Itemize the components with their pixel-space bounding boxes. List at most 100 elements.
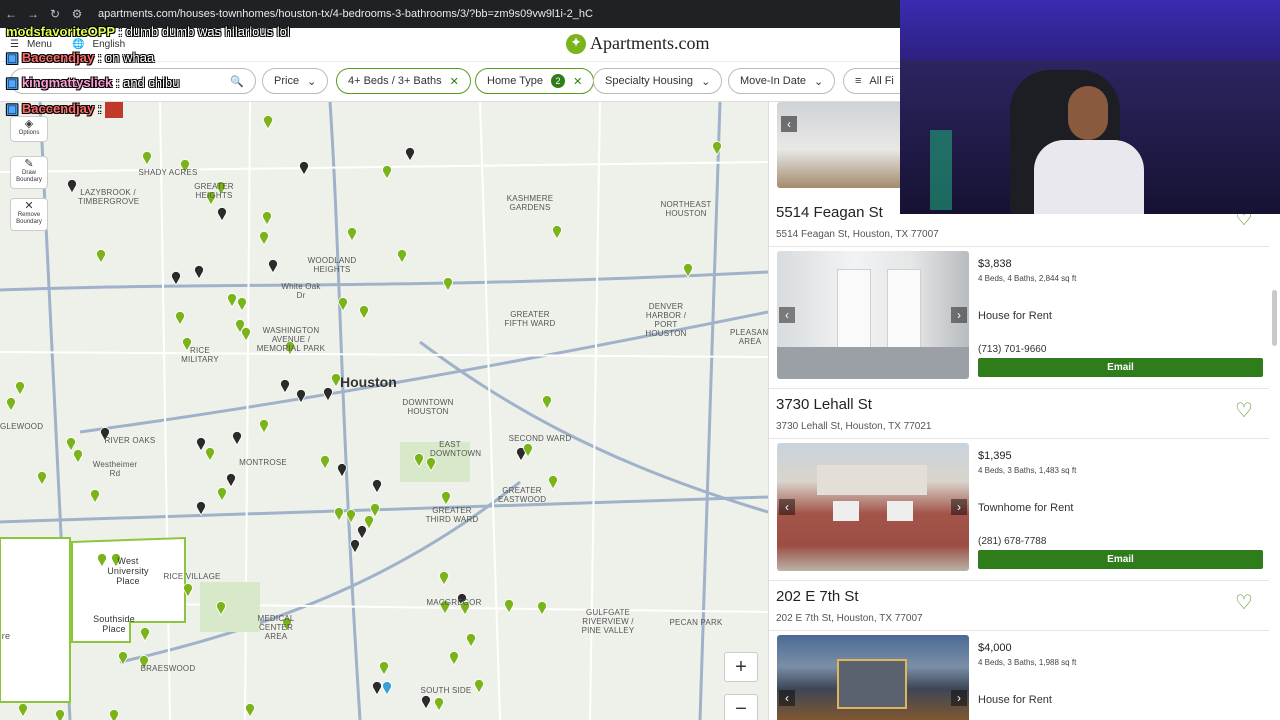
map-pin-icon[interactable] (175, 311, 185, 326)
map-pin-icon[interactable] (96, 249, 106, 264)
listing-title[interactable]: 3730 Lehall St (776, 396, 872, 413)
map-pin-icon[interactable] (443, 277, 453, 292)
chevron-left-icon[interactable]: ‹ (781, 116, 797, 132)
listing-photo[interactable]: ‹ › (777, 251, 969, 379)
close-icon[interactable]: ✕ (573, 75, 582, 88)
chevron-right-icon[interactable]: › (951, 690, 967, 706)
map-pin-icon[interactable] (382, 165, 392, 180)
map-pin-icon[interactable] (262, 211, 272, 226)
site-logo[interactable]: ✦ Apartments.com (566, 33, 709, 54)
map-pin-icon[interactable] (217, 487, 227, 502)
draw-boundary-button[interactable]: ✎ Draw Boundary (10, 156, 48, 189)
close-icon[interactable]: ✕ (450, 75, 459, 88)
map-pin-icon[interactable] (196, 501, 206, 516)
map-pin-icon[interactable] (370, 503, 380, 518)
map-pin-icon[interactable] (405, 147, 415, 162)
map-pin-icon[interactable] (542, 395, 552, 410)
home-type-filter[interactable]: Home Type 2 ✕ (475, 68, 595, 94)
map-pin-icon[interactable] (337, 463, 347, 478)
chevron-left-icon[interactable]: ‹ (779, 499, 795, 515)
map-pin-icon[interactable] (259, 231, 269, 246)
listing-photo[interactable]: ‹ › (777, 635, 969, 720)
map-pin-icon[interactable] (426, 457, 436, 472)
map-pin-icon[interactable] (183, 583, 193, 598)
map-pin-icon[interactable] (237, 297, 247, 312)
listing-card[interactable]: 3730 Lehall St 3730 Lehall St, Houston, … (769, 392, 1269, 580)
map-pin-icon[interactable] (372, 681, 382, 696)
chevron-right-icon[interactable]: › (951, 307, 967, 323)
map-pin-icon[interactable] (227, 293, 237, 308)
map-pin-icon[interactable] (441, 491, 451, 506)
back-icon[interactable]: ← (0, 7, 22, 21)
map-pin-icon[interactable] (548, 475, 558, 490)
map-pin-icon[interactable] (67, 179, 77, 194)
listing-photo[interactable]: ‹ › (777, 443, 969, 571)
map-pin-icon[interactable] (346, 509, 356, 524)
map-pin-icon[interactable] (449, 651, 459, 666)
map-pin-icon[interactable] (372, 479, 382, 494)
map-pin-icon[interactable] (379, 661, 389, 676)
map-pin-icon[interactable] (205, 447, 215, 462)
map-pin-icon[interactable] (350, 539, 360, 554)
chevron-left-icon[interactable]: ‹ (779, 690, 795, 706)
map-pin-icon[interactable] (347, 227, 357, 242)
map-pin-icon[interactable] (504, 599, 514, 614)
map-pin-icon[interactable] (37, 471, 47, 486)
map-pin-icon[interactable] (73, 449, 83, 464)
listing-title[interactable]: 5514 Feagan St (776, 204, 883, 221)
listing-phone[interactable]: (713) 701-9660 (978, 344, 1046, 355)
map-pin-icon[interactable] (109, 709, 119, 720)
map-pin-icon[interactable] (434, 697, 444, 712)
map-pin-icon[interactable] (537, 601, 547, 616)
map-pin-icon[interactable] (552, 225, 562, 240)
map-pin-icon[interactable] (140, 627, 150, 642)
remove-boundary-button[interactable]: ✕ Remove Boundary (10, 198, 48, 231)
hamburger-icon[interactable]: ☰ (10, 39, 19, 50)
map-pin-icon[interactable] (338, 297, 348, 312)
map-pin-icon[interactable] (320, 455, 330, 470)
email-button[interactable]: Email (978, 550, 1263, 569)
map-pin-icon[interactable] (296, 389, 306, 404)
all-filters-button[interactable]: ≡ All Fi (843, 68, 906, 94)
map-pin-icon[interactable] (259, 419, 269, 434)
map-pin-icon[interactable] (466, 633, 476, 648)
map-pin-icon[interactable] (280, 379, 290, 394)
listing-card[interactable]: 5514 Feagan St 5514 Feagan St, Houston, … (769, 200, 1269, 388)
map-pin-icon[interactable] (226, 473, 236, 488)
menu-button[interactable]: Menu (27, 39, 52, 50)
map-pin-icon[interactable] (397, 249, 407, 264)
email-button[interactable]: Email (978, 358, 1263, 377)
map-pin-icon[interactable] (18, 703, 28, 718)
reload-icon[interactable]: ↻ (44, 7, 66, 21)
chevron-left-icon[interactable]: ‹ (779, 307, 795, 323)
map-pin-icon[interactable] (142, 151, 152, 166)
map-options-button[interactable]: ◈ Options (10, 116, 48, 142)
map[interactable]: Houston SHADY ACRES LAZYBROOK / TIMBERGR… (0, 102, 768, 720)
price-filter[interactable]: Price ⌄ (262, 68, 329, 94)
map-pin-icon[interactable] (263, 115, 273, 130)
map-pin-icon[interactable] (382, 681, 392, 696)
map-pin-icon[interactable] (15, 381, 25, 396)
map-pin-icon[interactable] (268, 259, 278, 274)
map-pin-icon[interactable] (55, 709, 65, 720)
map-pin-icon[interactable] (323, 387, 333, 402)
zoom-out-button[interactable]: − (724, 694, 758, 720)
map-pin-icon[interactable] (414, 453, 424, 468)
favorite-heart-icon[interactable]: ♡ (1235, 398, 1253, 423)
map-pin-icon[interactable] (683, 263, 693, 278)
map-pin-icon[interactable] (194, 265, 204, 280)
map-pin-icon[interactable] (245, 703, 255, 718)
map-pin-icon[interactable] (90, 489, 100, 504)
move-in-date-filter[interactable]: Move-In Date ⌄ (728, 68, 836, 94)
zoom-in-button[interactable]: + (724, 652, 758, 682)
map-pin-icon[interactable] (118, 651, 128, 666)
listing-card[interactable]: 202 E 7th St 202 E 7th St, Houston, TX 7… (769, 584, 1269, 720)
listing-phone[interactable]: (281) 678-7788 (978, 536, 1046, 547)
map-pin-icon[interactable] (171, 271, 181, 286)
map-pin-icon[interactable] (474, 679, 484, 694)
map-pin-icon[interactable] (359, 305, 369, 320)
favorite-heart-icon[interactable]: ♡ (1235, 590, 1253, 615)
listing-title[interactable]: 202 E 7th St (776, 588, 859, 605)
forward-icon[interactable]: → (22, 7, 44, 21)
chevron-right-icon[interactable]: › (951, 499, 967, 515)
